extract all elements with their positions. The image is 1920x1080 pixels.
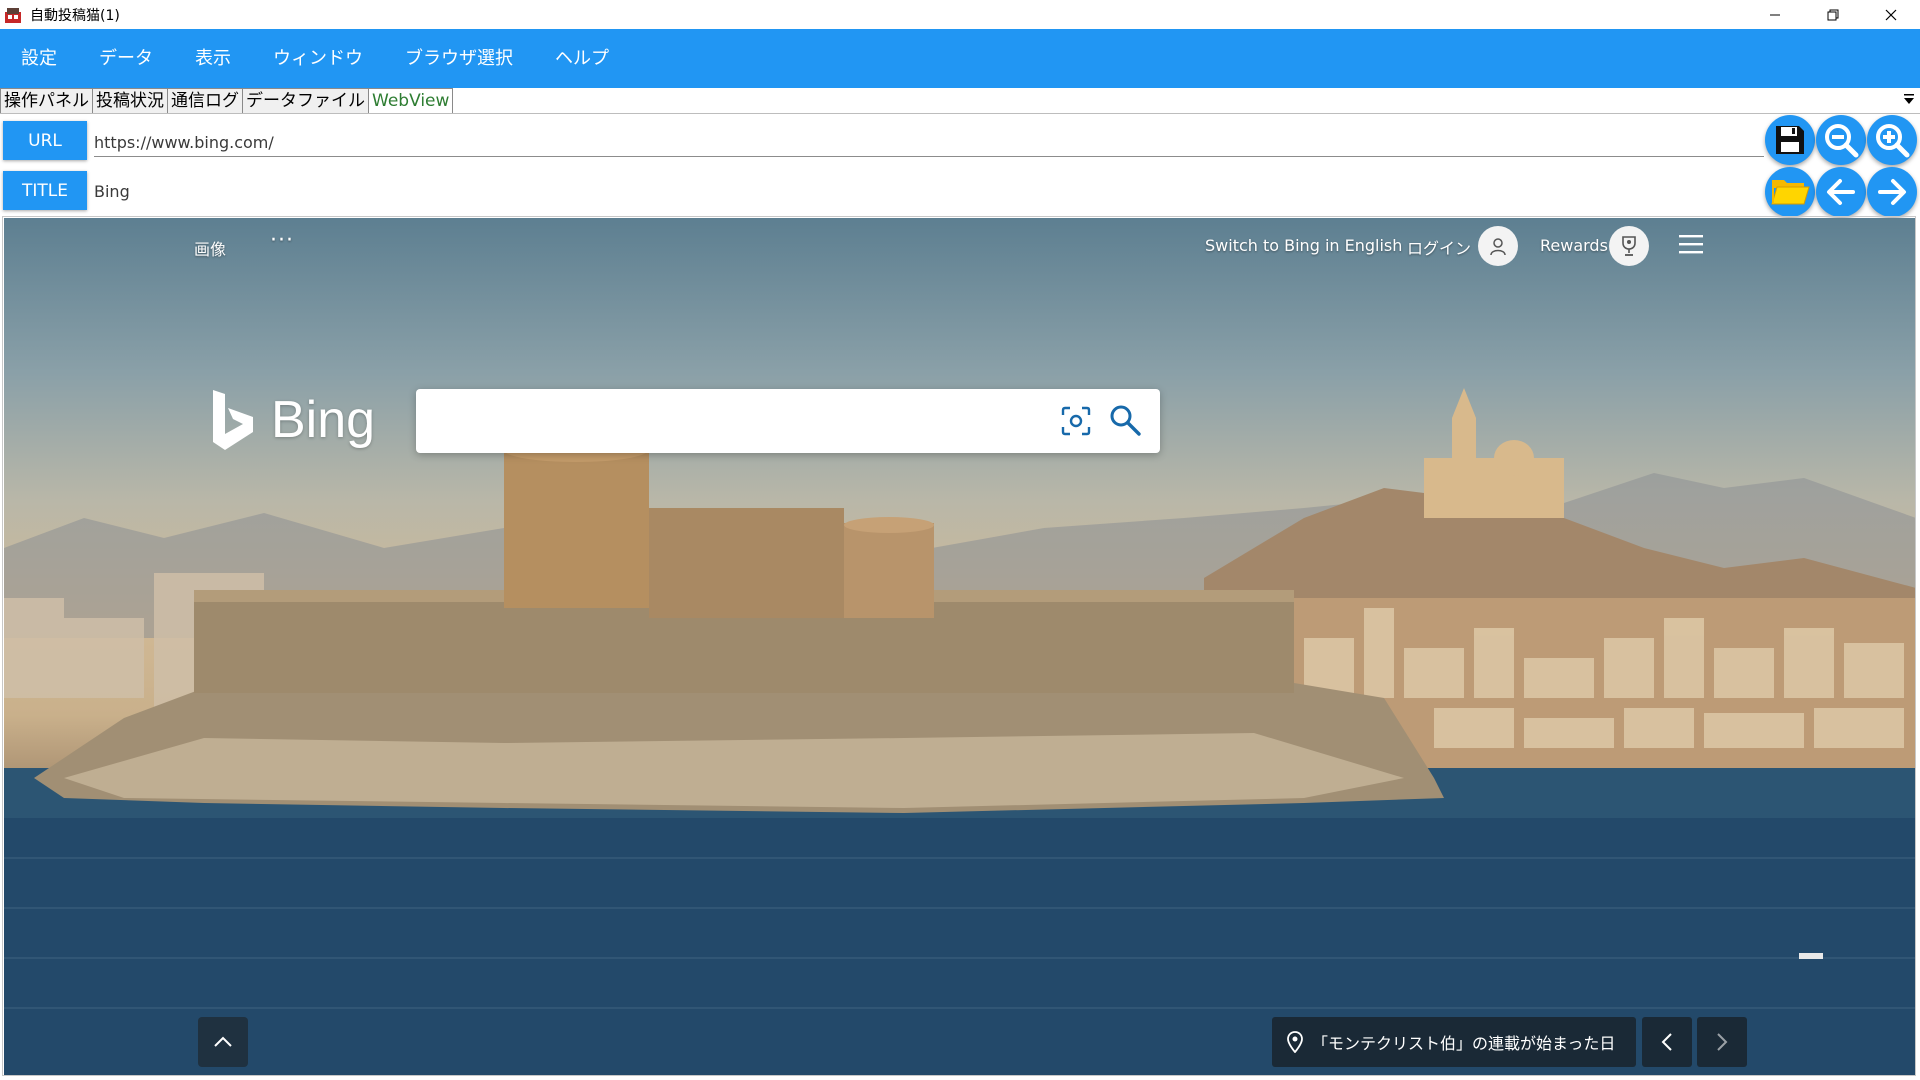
- rewards-badge[interactable]: [1609, 226, 1649, 266]
- tab-comm-log[interactable]: 通信ログ: [167, 88, 243, 113]
- save-icon: [1776, 126, 1804, 154]
- url-row: URL: [0, 120, 1764, 164]
- chevron-up-icon: [214, 1036, 232, 1047]
- tab-strip: 操作パネル 投稿状況 通信ログ データファイル WebView: [0, 88, 1920, 114]
- switch-language-link[interactable]: Switch to Bing in English: [1205, 236, 1402, 255]
- more-menu[interactable]: ···: [270, 228, 294, 253]
- webview[interactable]: 画像 ··· Switch to Bing in English ログイン Re…: [4, 218, 1916, 1076]
- image-caption[interactable]: 「モンテクリスト伯」の連載が始まった日: [1272, 1017, 1636, 1067]
- tab-webview[interactable]: WebView: [368, 88, 454, 113]
- dropdown-arrow-icon: [1904, 94, 1914, 104]
- search-input[interactable]: [432, 403, 1036, 441]
- hamburger-menu-icon[interactable]: [1677, 232, 1705, 256]
- close-icon: [1885, 9, 1897, 20]
- tab-list-dropdown[interactable]: [1902, 91, 1916, 107]
- folder-open-icon: [1771, 180, 1810, 205]
- menu-bar: 設定 データ 表示 ウィンドウ ブラウザ選択 ヘルプ: [0, 29, 1920, 88]
- restore-button[interactable]: [1804, 0, 1862, 29]
- menu-browser-select[interactable]: ブラウザ選択: [384, 29, 534, 88]
- search-box[interactable]: [416, 389, 1160, 453]
- app-logo-icon: [5, 7, 21, 23]
- menu-data[interactable]: データ: [78, 29, 174, 88]
- location-pin-icon: [1286, 1031, 1304, 1053]
- chevron-left-icon: [1661, 1033, 1672, 1051]
- url-button[interactable]: URL: [3, 121, 87, 160]
- trophy-icon: [1622, 236, 1636, 256]
- zoom-out-icon: [1825, 124, 1859, 158]
- tab-data-file[interactable]: データファイル: [242, 88, 369, 113]
- back-button[interactable]: [1816, 167, 1866, 217]
- account-avatar[interactable]: [1478, 226, 1518, 266]
- zoom-in-icon: [1876, 124, 1910, 158]
- search-icon[interactable]: [1108, 403, 1142, 437]
- minimize-button[interactable]: [1746, 0, 1804, 29]
- back-arrow-icon: [1827, 179, 1855, 205]
- rewards-link[interactable]: Rewards: [1540, 236, 1608, 255]
- open-folder-button[interactable]: [1765, 167, 1815, 217]
- url-input[interactable]: [94, 128, 1764, 157]
- menu-window[interactable]: ウィンドウ: [252, 29, 384, 88]
- page-title-value: Bing: [94, 182, 130, 201]
- zoom-out-button[interactable]: [1816, 115, 1866, 165]
- bing-b-icon: [213, 390, 253, 450]
- visual-search-icon[interactable]: [1060, 405, 1092, 437]
- tab-operation-panel[interactable]: 操作パネル: [0, 88, 93, 113]
- tab-post-status[interactable]: 投稿状況: [92, 88, 168, 113]
- previous-image-button[interactable]: [1642, 1017, 1692, 1067]
- bing-logo: Bing: [209, 388, 375, 452]
- restore-icon: [1827, 9, 1839, 20]
- minimize-icon: [1770, 14, 1780, 15]
- close-button[interactable]: [1862, 0, 1920, 29]
- save-button[interactable]: [1765, 115, 1815, 165]
- login-link[interactable]: ログイン: [1407, 235, 1471, 259]
- next-image-button[interactable]: [1697, 1017, 1747, 1067]
- chevron-right-icon: [1717, 1033, 1728, 1051]
- forward-arrow-icon: [1878, 179, 1906, 205]
- forward-button[interactable]: [1867, 167, 1917, 217]
- menu-view[interactable]: 表示: [174, 29, 252, 88]
- menu-settings[interactable]: 設定: [0, 29, 78, 88]
- window-title: 自動投稿猫(1): [30, 7, 120, 24]
- menu-help[interactable]: ヘルプ: [534, 29, 630, 88]
- window-titlebar: 自動投稿猫(1): [0, 0, 1920, 29]
- title-button[interactable]: TITLE: [3, 171, 87, 210]
- user-icon: [1490, 238, 1506, 256]
- images-link[interactable]: 画像: [194, 236, 226, 260]
- zoom-in-button[interactable]: [1867, 115, 1917, 165]
- background-photo: [4, 388, 1916, 1076]
- title-row: TITLE Bing: [0, 170, 1762, 214]
- scroll-up-button[interactable]: [198, 1017, 248, 1067]
- caption-text: 「モンテクリスト伯」の連載が始まった日: [1312, 1034, 1616, 1053]
- bing-wordmark: Bing: [271, 391, 376, 449]
